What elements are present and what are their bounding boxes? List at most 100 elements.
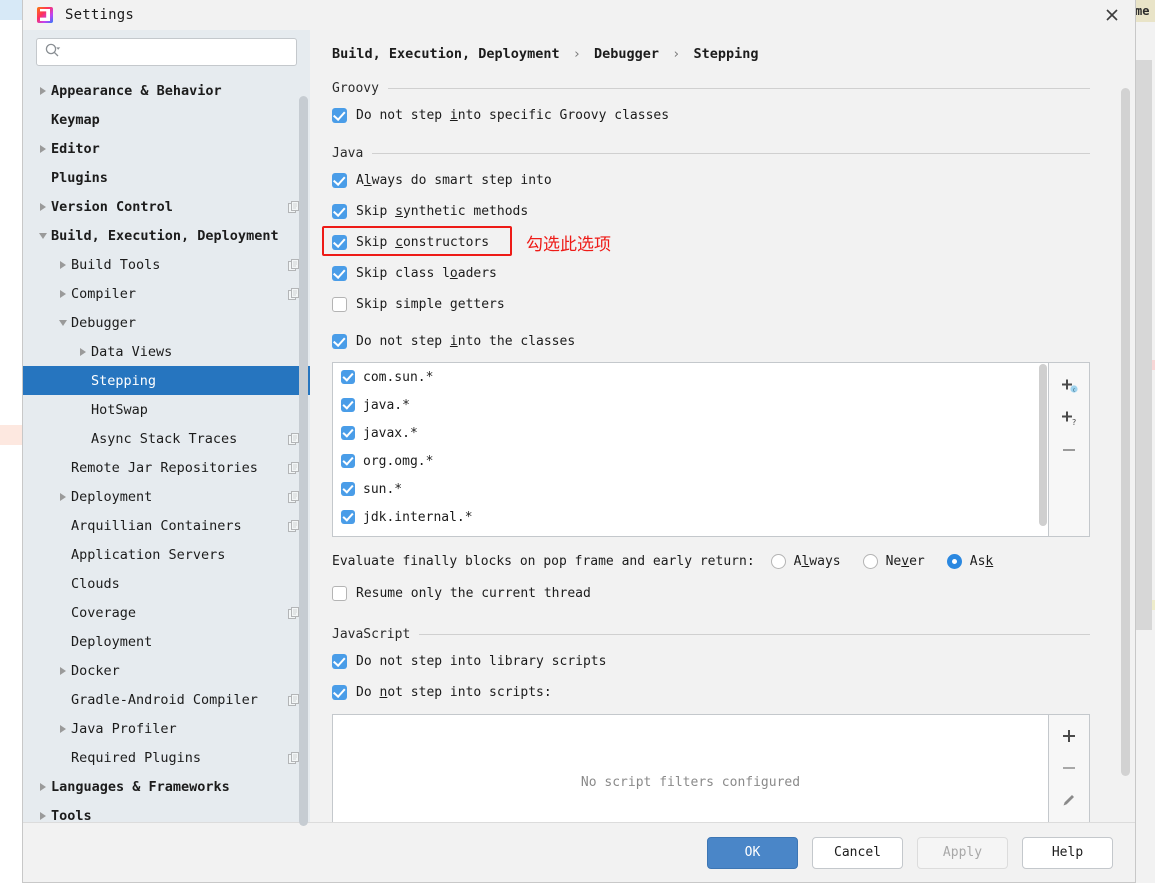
chevron-right-icon[interactable] <box>35 811 51 820</box>
sidebar-item-application-servers[interactable]: Application Servers <box>23 540 310 569</box>
java-option-row-3[interactable]: Skip class loaders <box>332 261 1135 285</box>
class-filters-scrollbar[interactable] <box>1039 364 1047 526</box>
class-filter-row[interactable]: java.* <box>333 391 1048 419</box>
class-filter-checkbox[interactable] <box>341 510 355 524</box>
chevron-right-icon[interactable] <box>35 144 51 153</box>
sidebar-item-docker[interactable]: Docker <box>23 656 310 685</box>
java-group-divider <box>372 153 1090 154</box>
move-up-script-filter-button[interactable] <box>1054 817 1084 822</box>
chevron-right-icon[interactable] <box>75 347 91 356</box>
chevron-right-icon[interactable] <box>55 260 71 269</box>
javascript-option-checkbox-1[interactable] <box>332 684 347 700</box>
add-class-button[interactable]: c <box>1054 371 1084 401</box>
sidebar-item-java-profiler[interactable]: Java Profiler <box>23 714 310 743</box>
chevron-right-icon[interactable] <box>35 782 51 791</box>
java-option-row-0[interactable]: Always do smart step into <box>332 168 1135 192</box>
sidebar-item-tools[interactable]: Tools <box>23 801 310 822</box>
sidebar-item-clouds[interactable]: Clouds <box>23 569 310 598</box>
sidebar-item-stepping[interactable]: Stepping <box>23 366 310 395</box>
evaluate-finally-radio[interactable] <box>862 553 878 569</box>
main-panel-scrollbar[interactable] <box>1121 88 1130 776</box>
evaluate-finally-option-never[interactable]: Never <box>862 553 925 569</box>
chevron-right-icon[interactable] <box>55 724 71 733</box>
sidebar-item-deployment[interactable]: Deployment <box>23 627 310 656</box>
sidebar-item-plugins[interactable]: Plugins <box>23 163 310 192</box>
script-filters-list[interactable]: No script filters configured <box>332 714 1049 822</box>
class-filter-checkbox[interactable] <box>341 398 355 412</box>
class-filter-row-partial[interactable] <box>333 531 1048 536</box>
sidebar-item-required-plugins[interactable]: Required Plugins <box>23 743 310 772</box>
add-script-filter-button[interactable] <box>1054 721 1084 751</box>
chevron-right-icon[interactable] <box>55 492 71 501</box>
edit-script-filter-button[interactable] <box>1054 785 1084 815</box>
javascript-option-row-0[interactable]: Do not step into library scripts <box>332 649 1135 673</box>
sidebar-item-build-tools[interactable]: Build Tools <box>23 250 310 279</box>
resume-only-current-thread-row[interactable]: Resume only the current thread <box>332 581 1135 605</box>
sidebar-item-coverage[interactable]: Coverage <box>23 598 310 627</box>
sidebar-item-gradle-android-compiler[interactable]: Gradle-Android Compiler <box>23 685 310 714</box>
groovy-option-checkbox-0[interactable] <box>332 107 347 123</box>
java-option-row-2[interactable]: Skip constructors <box>332 230 1135 254</box>
chevron-right-icon[interactable] <box>35 202 51 211</box>
help-button[interactable]: Help <box>1022 836 1113 869</box>
background-scrollbar[interactable] <box>1135 60 1152 630</box>
sidebar-scrollbar[interactable] <box>299 96 308 826</box>
resume-only-current-thread-checkbox[interactable] <box>332 585 347 601</box>
close-icon[interactable] <box>1089 0 1135 30</box>
class-filter-checkbox[interactable] <box>341 454 355 468</box>
sidebar-item-version-control[interactable]: Version Control <box>23 192 310 221</box>
class-filter-row[interactable]: com.sun.* <box>333 363 1048 391</box>
search-input[interactable] <box>65 40 289 64</box>
chevron-down-icon[interactable] <box>55 319 71 326</box>
sidebar-item-compiler[interactable]: Compiler <box>23 279 310 308</box>
javascript-option-checkbox-0[interactable] <box>332 653 347 669</box>
sidebar-item-async-stack-traces[interactable]: Async Stack Traces <box>23 424 310 453</box>
java-option-checkbox-2[interactable] <box>332 234 347 250</box>
chevron-right-icon[interactable] <box>55 666 71 675</box>
evaluate-finally-option-always[interactable]: Always <box>770 553 841 569</box>
remove-script-filter-button[interactable] <box>1054 753 1084 783</box>
java-option-checkbox-5[interactable] <box>332 333 347 349</box>
sidebar-item-deployment[interactable]: Deployment <box>23 482 310 511</box>
class-filter-row[interactable]: javax.* <box>333 419 1048 447</box>
add-pattern-button[interactable]: ? <box>1054 403 1084 433</box>
java-option-row-4[interactable]: Skip simple getters <box>332 292 1135 316</box>
java-option-checkbox-3[interactable] <box>332 265 347 281</box>
class-filter-checkbox[interactable] <box>341 370 355 384</box>
java-option-checkbox-0[interactable] <box>332 172 347 188</box>
chevron-down-icon[interactable] <box>35 232 51 239</box>
sidebar-item-languages-frameworks[interactable]: Languages & Frameworks <box>23 772 310 801</box>
breadcrumb-part-2[interactable]: Debugger <box>594 46 659 62</box>
evaluate-finally-radio[interactable] <box>770 553 786 569</box>
cancel-button[interactable]: Cancel <box>812 836 903 869</box>
chevron-right-icon[interactable] <box>55 289 71 298</box>
java-option-row-5[interactable]: Do not step into the classes <box>332 329 1135 353</box>
sidebar-item-arquillian-containers[interactable]: Arquillian Containers <box>23 511 310 540</box>
chevron-right-icon[interactable] <box>35 86 51 95</box>
sidebar-item-editor[interactable]: Editor <box>23 134 310 163</box>
sidebar-item-debugger[interactable]: Debugger <box>23 308 310 337</box>
search-box[interactable] <box>36 38 297 66</box>
sidebar-item-appearance-behavior[interactable]: Appearance & Behavior <box>23 76 310 105</box>
sidebar-item-data-views[interactable]: Data Views <box>23 337 310 366</box>
java-option-checkbox-1[interactable] <box>332 203 347 219</box>
class-filter-checkbox[interactable] <box>341 426 355 440</box>
evaluate-finally-option-ask[interactable]: Ask <box>946 553 993 569</box>
sidebar-item-build-execution-deployment[interactable]: Build, Execution, Deployment <box>23 221 310 250</box>
groovy-option-row-0[interactable]: Do not step into specific Groovy classes <box>332 103 1135 127</box>
class-filters-list[interactable]: com.sun.* java.* javax.* org.omg.* sun.* jdk.… <box>332 362 1049 537</box>
javascript-option-row-1[interactable]: Do not step into scripts: <box>332 680 1135 704</box>
sidebar-item-hotswap[interactable]: HotSwap <box>23 395 310 424</box>
evaluate-finally-radio[interactable] <box>946 553 962 569</box>
ok-button[interactable]: OK <box>707 836 798 869</box>
java-option-row-1[interactable]: Skip synthetic methods <box>332 199 1135 223</box>
class-filter-row[interactable]: org.omg.* <box>333 447 1048 475</box>
sidebar-item-remote-jar-repositories[interactable]: Remote Jar Repositories <box>23 453 310 482</box>
sidebar-item-keymap[interactable]: Keymap <box>23 105 310 134</box>
remove-class-button[interactable] <box>1054 435 1084 465</box>
breadcrumb-part-1[interactable]: Build, Execution, Deployment <box>332 46 560 62</box>
class-filter-checkbox[interactable] <box>341 482 355 496</box>
java-option-checkbox-4[interactable] <box>332 296 347 312</box>
class-filter-row[interactable]: jdk.internal.* <box>333 503 1048 531</box>
class-filter-row[interactable]: sun.* <box>333 475 1048 503</box>
